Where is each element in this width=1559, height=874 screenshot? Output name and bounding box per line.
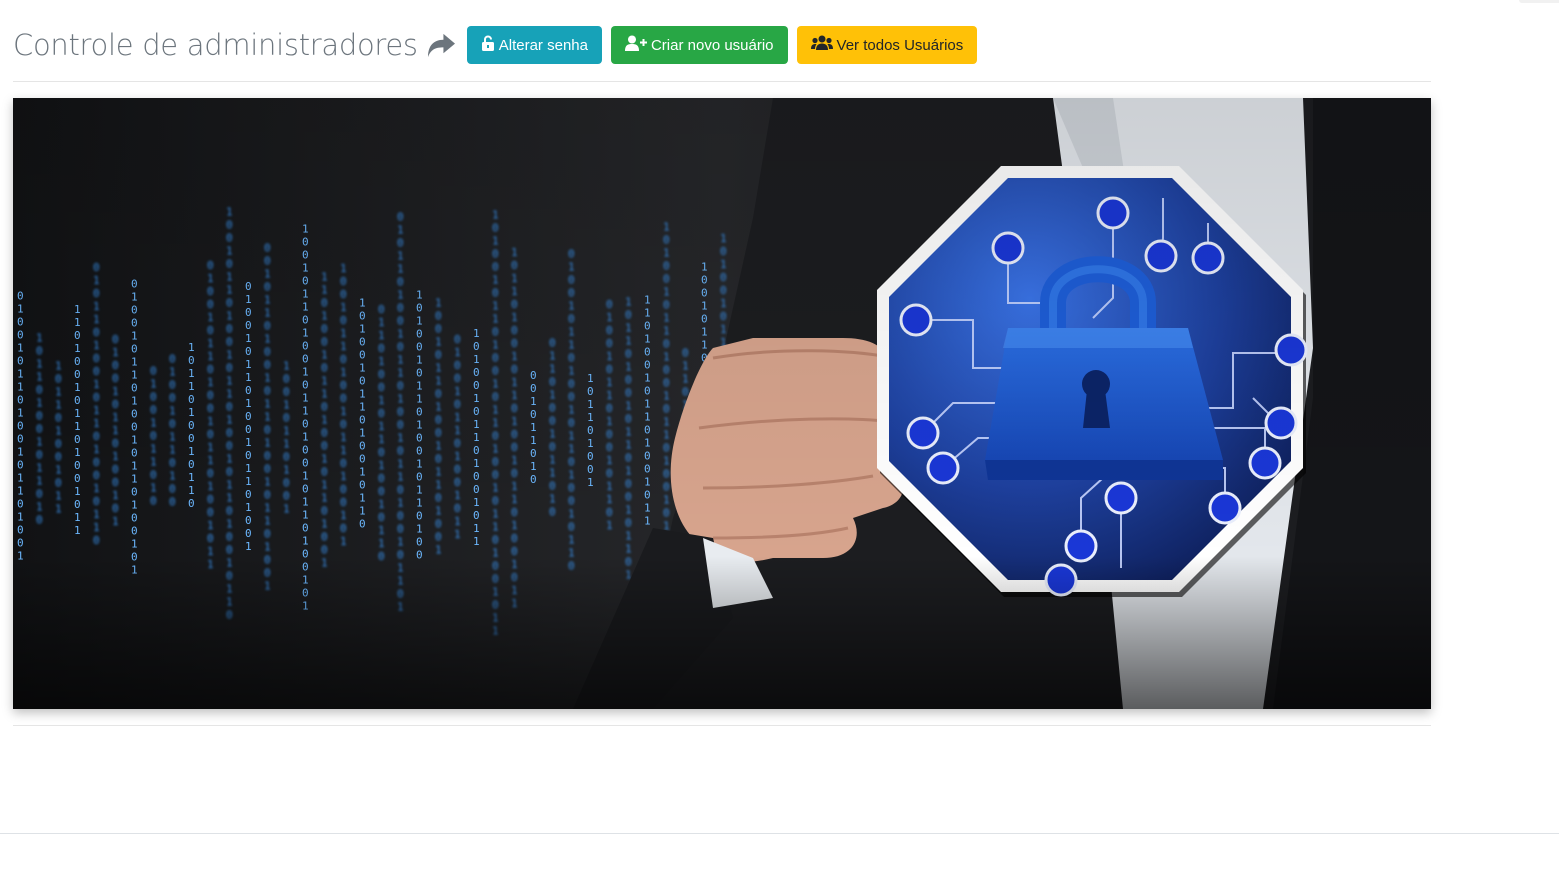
- change-password-label: Alterar senha: [498, 36, 588, 54]
- view-users-button[interactable]: Ver todos Usuários: [796, 26, 978, 64]
- user-plus-icon: [624, 35, 651, 55]
- create-user-label: Criar novo usuário: [650, 36, 774, 54]
- corner-decoration: [1519, 0, 1559, 3]
- page-header: Controle de administradores Alterar senh…: [13, 24, 986, 66]
- footer-divider: [0, 833, 1559, 834]
- share-arrow-icon: [426, 32, 457, 59]
- unlock-icon: [481, 35, 499, 55]
- create-user-button[interactable]: Criar novo usuário: [610, 26, 788, 64]
- bottom-divider: [13, 725, 1431, 726]
- security-banner-image: 1011010010110101011010010110101101001011…: [13, 98, 1431, 709]
- page-title: Controle de administradores: [13, 28, 418, 62]
- top-divider: [13, 81, 1431, 82]
- users-icon: [810, 35, 837, 55]
- change-password-button[interactable]: Alterar senha: [466, 26, 602, 64]
- view-users-label: Ver todos Usuários: [836, 36, 964, 54]
